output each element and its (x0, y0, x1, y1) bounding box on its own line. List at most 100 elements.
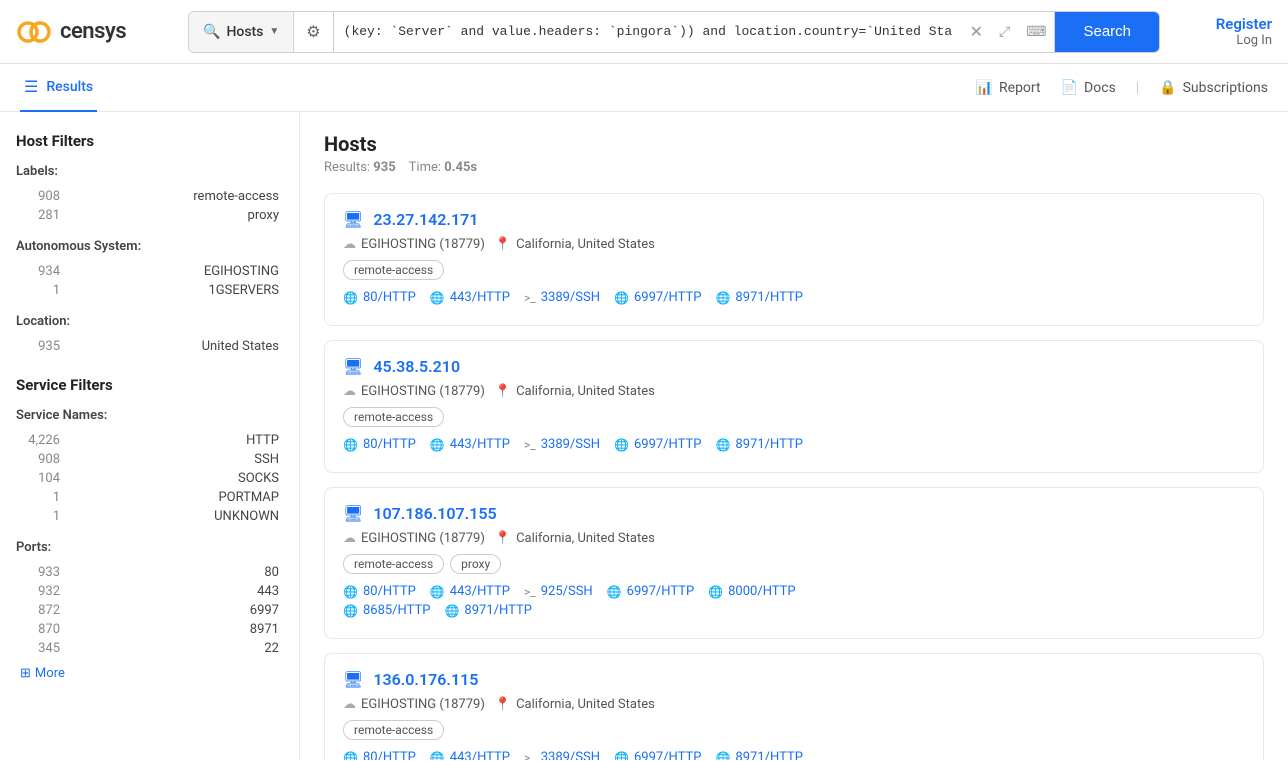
more-link[interactable]: ⊞ More (16, 664, 283, 683)
host-provider: ☁ EGIHOSTING (18779) (343, 697, 485, 712)
service-item[interactable]: 🌐 8685/HTTP (343, 603, 430, 618)
filter-label: SOCKS (238, 471, 279, 486)
service-link[interactable]: 443/HTTP (450, 750, 510, 760)
service-link[interactable]: 6997/HTTP (634, 290, 702, 305)
globe-icon: 🌐 (715, 751, 730, 761)
service-item[interactable]: 🌐 8000/HTTP (708, 584, 795, 599)
host-card-header: 🖥 107.186.107.155 (343, 504, 1245, 523)
censys-logo-icon (16, 14, 52, 50)
service-name-filter-row[interactable]: 4,226HTTP (16, 431, 283, 450)
filter-count: 281 (20, 208, 60, 223)
port-filter-row[interactable]: 8726997 (16, 601, 283, 620)
service-link[interactable]: 443/HTTP (450, 437, 510, 452)
service-name-filter-row[interactable]: 1PORTMAP (16, 488, 283, 507)
service-link[interactable]: 6997/HTTP (627, 584, 695, 599)
service-item[interactable]: >_ 3389/SSH (524, 750, 600, 760)
ports-list: 933809324438726997870897134522 (16, 563, 283, 658)
location-text: California, United States (516, 697, 655, 712)
port-filter-row[interactable]: 93380 (16, 563, 283, 582)
subheader-actions: 📊 Report 📄 Docs | 🔒 Subscriptions (976, 80, 1268, 96)
service-item[interactable]: 🌐 80/HTTP (343, 290, 416, 305)
service-link[interactable]: 80/HTTP (363, 750, 416, 760)
service-link[interactable]: 3389/SSH (541, 750, 600, 760)
service-link[interactable]: 3389/SSH (541, 290, 600, 305)
host-meta-row: ☁ EGIHOSTING (18779) 📍 California, Unite… (343, 531, 1245, 546)
expand-button[interactable]: ⤢ (991, 12, 1018, 52)
service-item[interactable]: 🌐 8971/HTTP (715, 750, 802, 760)
location-filter-row[interactable]: 935United States (16, 337, 283, 356)
service-item[interactable]: 🌐 443/HTTP (430, 437, 510, 452)
service-name-filter-row[interactable]: 104SOCKS (16, 469, 283, 488)
report-link[interactable]: 📊 Report (976, 80, 1041, 96)
search-input[interactable] (334, 12, 962, 52)
service-link[interactable]: 6997/HTTP (634, 750, 702, 760)
service-link[interactable]: 925/SSH (541, 584, 593, 599)
filter-count: 1 (20, 490, 60, 505)
filter-count: 908 (20, 452, 60, 467)
docs-link[interactable]: 📄 Docs (1061, 80, 1116, 96)
service-link[interactable]: 80/HTTP (363, 290, 416, 305)
search-type-label: Hosts (226, 24, 263, 40)
service-link[interactable]: 3389/SSH (541, 437, 600, 452)
filter-count: 4,226 (20, 433, 60, 448)
as-filter-row[interactable]: 934EGIHOSTING (16, 262, 283, 281)
service-name-filter-row[interactable]: 1UNKNOWN (16, 507, 283, 526)
register-link[interactable]: Register (1216, 15, 1272, 33)
host-ip[interactable]: 136.0.176.115 (373, 670, 478, 689)
results-tab[interactable]: ☰ Results (20, 64, 97, 112)
service-item[interactable]: 🌐 80/HTTP (343, 437, 416, 452)
label-filter-row[interactable]: 281proxy (16, 206, 283, 225)
globe-icon: 🌐 (343, 585, 358, 599)
service-link[interactable]: 6997/HTTP (634, 437, 702, 452)
service-link[interactable]: 80/HTTP (363, 437, 416, 452)
host-location: 📍 California, United States (495, 697, 655, 712)
service-item[interactable]: >_ 3389/SSH (524, 290, 600, 305)
service-link[interactable]: 443/HTTP (450, 290, 510, 305)
service-item[interactable]: 🌐 6997/HTTP (607, 584, 694, 599)
host-ip[interactable]: 23.27.142.171 (373, 210, 478, 229)
search-type-button[interactable]: 🔍 Hosts ▼ (189, 12, 294, 52)
service-names-title: Service Names: (16, 408, 283, 423)
service-link[interactable]: 8971/HTTP (464, 603, 532, 618)
service-item[interactable]: 🌐 80/HTTP (343, 750, 416, 760)
service-item[interactable]: 🌐 443/HTTP (430, 750, 510, 760)
service-item[interactable]: 🌐 8971/HTTP (715, 290, 802, 305)
port-filter-row[interactable]: 932443 (16, 582, 283, 601)
service-item[interactable]: 🌐 8971/HTTP (715, 437, 802, 452)
pin-icon: 📍 (495, 697, 511, 712)
service-link[interactable]: 8685/HTTP (363, 603, 431, 618)
service-item[interactable]: 🌐 6997/HTTP (614, 290, 701, 305)
service-link[interactable]: 8971/HTTP (735, 290, 803, 305)
service-item[interactable]: 🌐 6997/HTTP (614, 750, 701, 760)
service-item[interactable]: 🌐 443/HTTP (430, 584, 510, 599)
clear-button[interactable]: ✕ (962, 12, 991, 52)
service-name-filter-row[interactable]: 908SSH (16, 450, 283, 469)
search-button[interactable]: Search (1055, 12, 1159, 52)
port-filter-row[interactable]: 34522 (16, 639, 283, 658)
service-link[interactable]: 8971/HTTP (735, 437, 803, 452)
host-ip[interactable]: 107.186.107.155 (373, 504, 496, 523)
gear-icon: ⚙ (306, 22, 320, 41)
filter-count: 1 (20, 509, 60, 524)
service-link[interactable]: 8000/HTTP (728, 584, 796, 599)
terminal-button[interactable]: ⌨ (1018, 12, 1055, 52)
service-item[interactable]: >_ 3389/SSH (524, 437, 600, 452)
subscriptions-link[interactable]: 🔒 Subscriptions (1159, 80, 1268, 96)
label-filter-row[interactable]: 908remote-access (16, 187, 283, 206)
host-ip[interactable]: 45.38.5.210 (373, 357, 460, 376)
service-link[interactable]: 8971/HTTP (735, 750, 803, 760)
gear-button[interactable]: ⚙ (294, 12, 333, 52)
main-layout: Host Filters Labels: 908remote-access281… (0, 112, 1288, 760)
service-item[interactable]: 🌐 443/HTTP (430, 290, 510, 305)
monitor-icon: 🖥 (343, 357, 363, 376)
service-row: 🌐 80/HTTP 🌐 443/HTTP >_ 3389/SSH 🌐 6997/HTT… (343, 290, 1245, 305)
service-item[interactable]: 🌐 8971/HTTP (444, 603, 531, 618)
service-item[interactable]: 🌐 80/HTTP (343, 584, 416, 599)
service-link[interactable]: 443/HTTP (450, 584, 510, 599)
service-link[interactable]: 80/HTTP (363, 584, 416, 599)
service-item[interactable]: 🌐 6997/HTTP (614, 437, 701, 452)
login-link[interactable]: Log In (1236, 33, 1272, 48)
as-filter-row[interactable]: 11GSERVERS (16, 281, 283, 300)
service-item[interactable]: >_ 925/SSH (524, 584, 593, 599)
port-filter-row[interactable]: 8708971 (16, 620, 283, 639)
